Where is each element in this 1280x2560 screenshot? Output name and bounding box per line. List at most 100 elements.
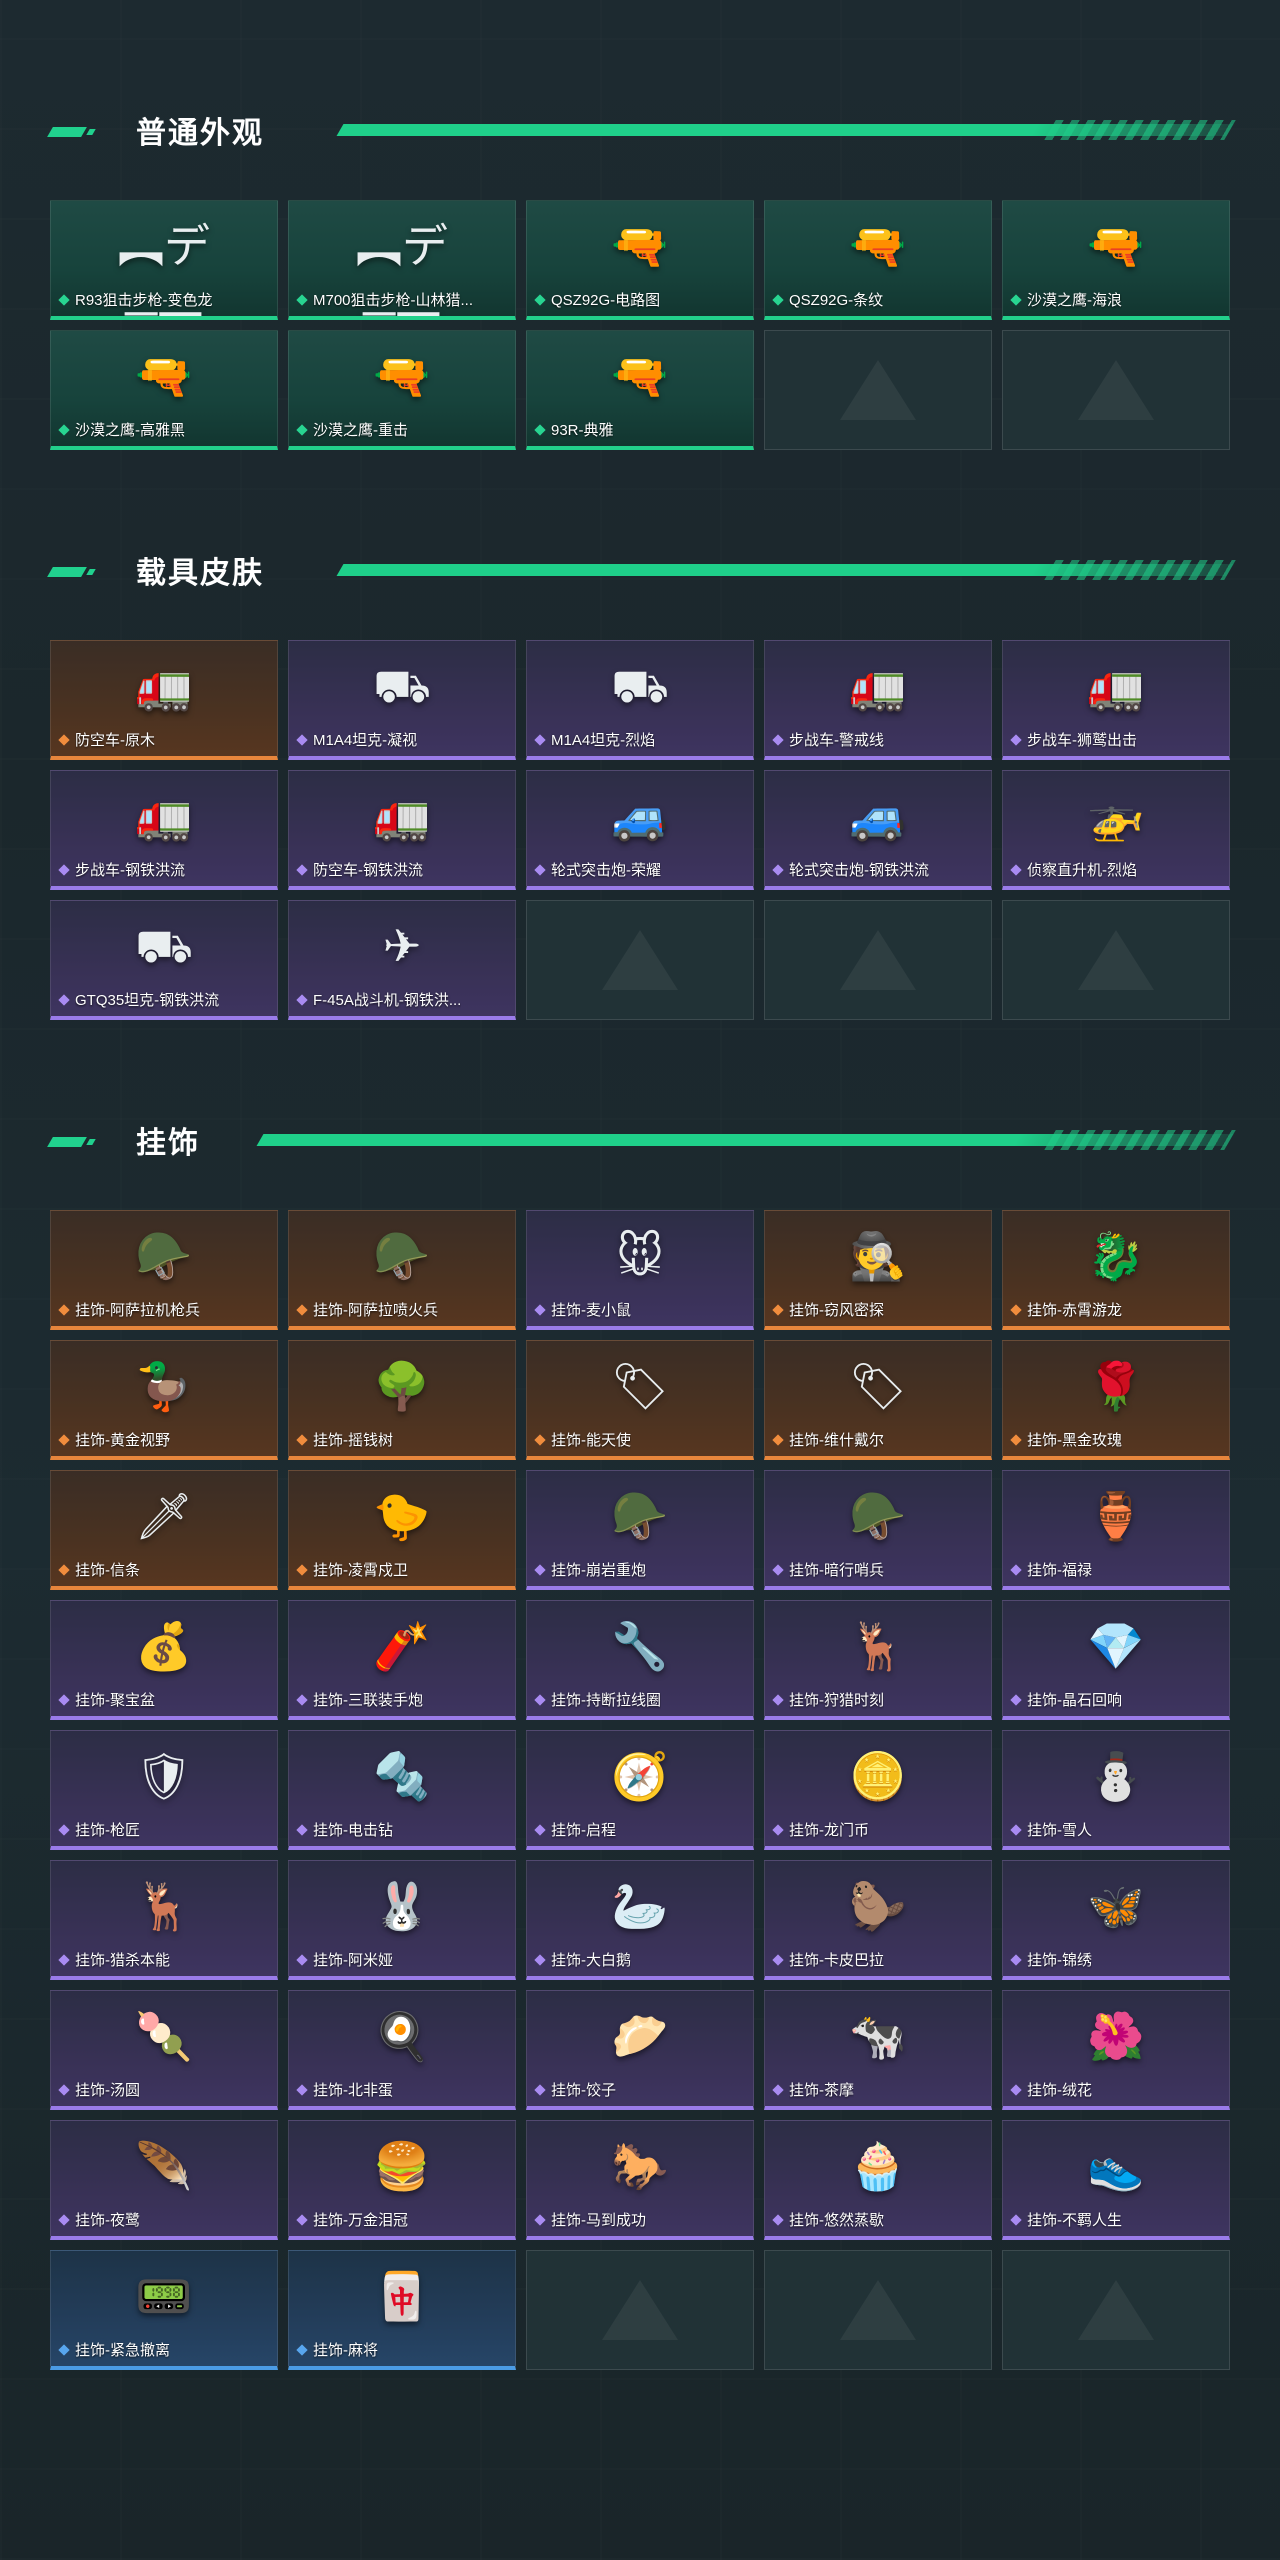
item-card[interactable]: 🌹 挂饰-黑金玫瑰 bbox=[1002, 1340, 1230, 1460]
item-grid: ︻デ═一 R93狙击步枪-变色龙 ︻デ═一 M700狙击步枪-山林猎... 🔫 QSZ92… bbox=[50, 200, 1230, 450]
item-card[interactable]: 🚙 轮式突击炮-钢铁洪流 bbox=[764, 770, 992, 890]
item-card[interactable]: 🚛 步战车-钢铁洪流 bbox=[50, 770, 278, 890]
item-label-row: 挂饰-崩岩重炮 bbox=[533, 1559, 749, 1580]
item-card[interactable]: 🐤 挂饰-凌霄戍卫 bbox=[288, 1470, 516, 1590]
item-card[interactable]: 📟 挂饰-紧急撤离 bbox=[50, 2250, 278, 2370]
item-label-row: 防空车-钢铁洪流 bbox=[295, 859, 511, 880]
item-name: 侦察直升机-烈焰 bbox=[1027, 862, 1137, 879]
item-card[interactable]: 🕵 挂饰-窃风密探 bbox=[764, 1210, 992, 1330]
tank-icon: ⛟ bbox=[135, 920, 193, 972]
item-label-row: M1A4坦克-烈焰 bbox=[533, 729, 749, 750]
item-card[interactable]: 🍡 挂饰-汤圆 bbox=[50, 1990, 278, 2110]
item-card[interactable]: 🦢 挂饰-大白鹅 bbox=[526, 1860, 754, 1980]
rarity-diamond-icon bbox=[57, 1823, 71, 1837]
item-label-row: 挂饰-赤霄游龙 bbox=[1009, 1299, 1225, 1320]
item-card[interactable]: 🔧 挂饰-持断拉线圈 bbox=[526, 1600, 754, 1720]
item-card[interactable]: ✈ F-45A战斗机-钢铁洪... bbox=[288, 900, 516, 1020]
item-card[interactable]: 🔫 沙漠之鹰-海浪 bbox=[1002, 200, 1230, 320]
item-name: 挂饰-凌霄戍卫 bbox=[313, 1562, 408, 1579]
item-card[interactable]: 🌳 挂饰-摇钱树 bbox=[288, 1340, 516, 1460]
item-name: QSZ92G-电路图 bbox=[551, 292, 661, 309]
item-card[interactable]: 🧨 挂饰-三联装手炮 bbox=[288, 1600, 516, 1720]
item-card[interactable]: 🚛 防空车-原木 bbox=[50, 640, 278, 760]
item-card[interactable]: 🌺 挂饰-绒花 bbox=[1002, 1990, 1230, 2110]
rarity-diamond-icon bbox=[1009, 1433, 1023, 1447]
item-card[interactable]: 🚙 轮式突击炮-荣耀 bbox=[526, 770, 754, 890]
item-card[interactable]: 🀄 挂饰-麻将 bbox=[288, 2250, 516, 2370]
item-card[interactable]: 🧭 挂饰-启程 bbox=[526, 1730, 754, 1850]
item-card[interactable]: 🔫 沙漠之鹰-高雅黑 bbox=[50, 330, 278, 450]
item-card[interactable]: 🪖 挂饰-阿萨拉机枪兵 bbox=[50, 1210, 278, 1330]
pistol-icon: 🔫 bbox=[135, 350, 193, 402]
item-card[interactable]: 🏺 挂饰-福禄 bbox=[1002, 1470, 1230, 1590]
item-card[interactable]: 🦌 挂饰-猎杀本能 bbox=[50, 1860, 278, 1980]
item-card[interactable]: ⛟ M1A4坦克-烈焰 bbox=[526, 640, 754, 760]
item-card[interactable]: 🚁 侦察直升机-烈焰 bbox=[1002, 770, 1230, 890]
item-card[interactable]: 🔫 93R-典雅 bbox=[526, 330, 754, 450]
butterfly-charm-icon: 🦋 bbox=[1087, 1880, 1145, 1932]
item-card[interactable]: 💰 挂饰-聚宝盆 bbox=[50, 1600, 278, 1720]
rarity-diamond-icon bbox=[295, 1823, 309, 1837]
item-card[interactable]: ⛟ M1A4坦克-凝视 bbox=[288, 640, 516, 760]
item-name: 挂饰-聚宝盆 bbox=[75, 1692, 155, 1709]
item-card[interactable]: 🪙 挂饰-龙门币 bbox=[764, 1730, 992, 1850]
item-card[interactable]: 🦫 挂饰-卡皮巴拉 bbox=[764, 1860, 992, 1980]
item-card[interactable]: 🐄 挂饰-茶摩 bbox=[764, 1990, 992, 2110]
rarity-diamond-icon bbox=[57, 2343, 71, 2357]
item-name: 挂饰-绒花 bbox=[1027, 2082, 1092, 2099]
rarity-diamond-icon bbox=[57, 293, 71, 307]
item-card[interactable]: 🍳 挂饰-北非蛋 bbox=[288, 1990, 516, 2110]
compass-charm-icon: 🧭 bbox=[611, 1750, 669, 1802]
item-card[interactable]: 🐭 挂饰-麦小鼠 bbox=[526, 1210, 754, 1330]
item-card[interactable]: 🛡 挂饰-枪匠 bbox=[50, 1730, 278, 1850]
item-card[interactable]: 🥟 挂饰-饺子 bbox=[526, 1990, 754, 2110]
item-card[interactable]: 🐰 挂饰-阿米娅 bbox=[288, 1860, 516, 1980]
item-card[interactable]: 🪖 挂饰-暗行哨兵 bbox=[764, 1470, 992, 1590]
drill-charm-icon: 🔩 bbox=[373, 1750, 431, 1802]
item-card[interactable]: 🚛 防空车-钢铁洪流 bbox=[288, 770, 516, 890]
empty-slot bbox=[526, 2250, 754, 2370]
item-card[interactable]: 🏷 挂饰-能天使 bbox=[526, 1340, 754, 1460]
item-name: 挂饰-黑金玫瑰 bbox=[1027, 1432, 1122, 1449]
item-card[interactable]: 🍔 挂饰-万金泪冠 bbox=[288, 2120, 516, 2240]
section-common-skins: 普通外观 ︻デ═一 R93狙击步枪-变色龙 ︻デ═一 M700狙击步枪-山林猎... 🔫… bbox=[47, 100, 1234, 450]
placeholder-logo-icon bbox=[1078, 930, 1154, 990]
item-card[interactable]: 🔩 挂饰-电击钻 bbox=[288, 1730, 516, 1850]
item-card[interactable]: ⛟ GTQ35坦克-钢铁洪流 bbox=[50, 900, 278, 1020]
item-card[interactable]: 🚛 步战车-警戒线 bbox=[764, 640, 992, 760]
item-card[interactable]: 🪖 挂饰-阿萨拉喷火兵 bbox=[288, 1210, 516, 1330]
item-card[interactable]: 🔫 QSZ92G-条纹 bbox=[764, 200, 992, 320]
item-card[interactable]: 🚛 步战车-狮鹫出击 bbox=[1002, 640, 1230, 760]
rarity-diamond-icon bbox=[1009, 1693, 1023, 1707]
item-card[interactable]: ︻デ═一 R93狙击步枪-变色龙 bbox=[50, 200, 278, 320]
item-name: 步战车-警戒线 bbox=[789, 732, 884, 749]
item-card[interactable]: 🦆 挂饰-黄金视野 bbox=[50, 1340, 278, 1460]
item-card[interactable]: 💎 挂饰-晶石回响 bbox=[1002, 1600, 1230, 1720]
item-card[interactable]: 🪖 挂饰-崩岩重炮 bbox=[526, 1470, 754, 1590]
item-name: 防空车-钢铁洪流 bbox=[313, 862, 423, 879]
item-card[interactable]: 🗡 挂饰-信条 bbox=[50, 1470, 278, 1590]
rarity-diamond-icon bbox=[771, 293, 785, 307]
empty-slot bbox=[1002, 330, 1230, 450]
item-name: 挂饰-不羁人生 bbox=[1027, 2212, 1122, 2229]
soldier-charm-icon: 🪖 bbox=[135, 1230, 193, 1282]
item-card[interactable]: 🐎 挂饰-马到成功 bbox=[526, 2120, 754, 2240]
item-name: 挂饰-持断拉线圈 bbox=[551, 1692, 661, 1709]
item-name: 沙漠之鹰-重击 bbox=[313, 422, 408, 439]
item-name: M700狙击步枪-山林猎... bbox=[313, 292, 474, 309]
feather-charm-icon: 🪶 bbox=[135, 2140, 193, 2192]
item-card[interactable]: 🔫 沙漠之鹰-重击 bbox=[288, 330, 516, 450]
item-card[interactable]: 🏷 挂饰-维什戴尔 bbox=[764, 1340, 992, 1460]
item-card[interactable]: 🔫 QSZ92G-电路图 bbox=[526, 200, 754, 320]
header-accent-dot bbox=[86, 1139, 96, 1145]
item-card[interactable]: 🪶 挂饰-夜鹭 bbox=[50, 2120, 278, 2240]
item-card[interactable]: 🐉 挂饰-赤霄游龙 bbox=[1002, 1210, 1230, 1330]
section-header: 普通外观 bbox=[47, 100, 1234, 156]
item-card[interactable]: 👟 挂饰-不羁人生 bbox=[1002, 2120, 1230, 2240]
item-card[interactable]: 🦋 挂饰-锦绣 bbox=[1002, 1860, 1230, 1980]
item-card[interactable]: ⛄ 挂饰-雪人 bbox=[1002, 1730, 1230, 1850]
item-card[interactable]: 🧁 挂饰-悠然蒸歇 bbox=[764, 2120, 992, 2240]
item-card[interactable]: 🦌 挂饰-狩猎时刻 bbox=[764, 1600, 992, 1720]
item-name: 挂饰-电击钻 bbox=[313, 1822, 393, 1839]
item-card[interactable]: ︻デ═一 M700狙击步枪-山林猎... bbox=[288, 200, 516, 320]
